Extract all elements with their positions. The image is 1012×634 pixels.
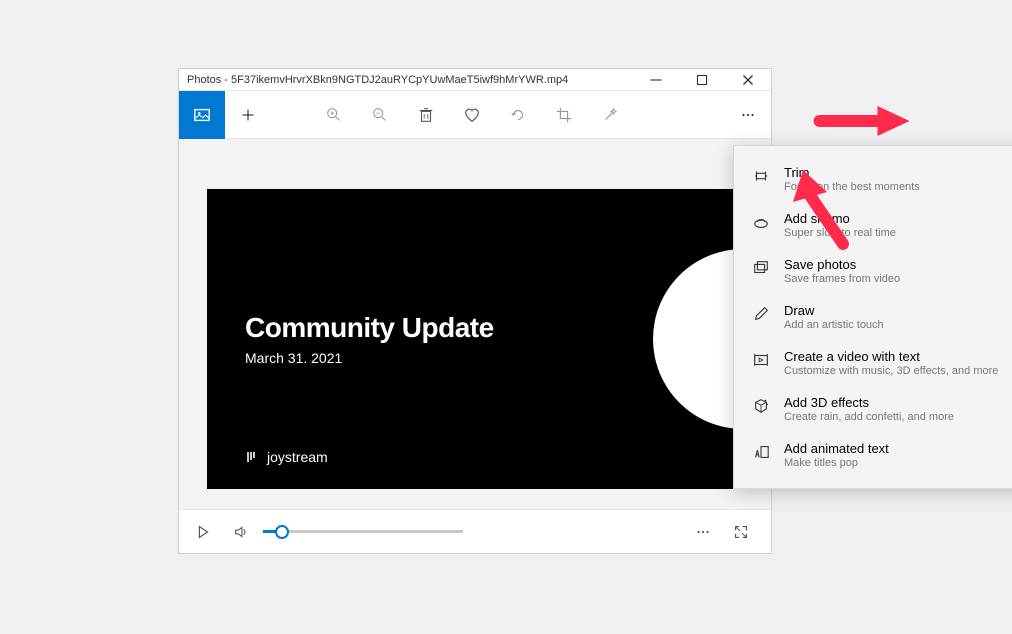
window-controls [633,69,771,90]
more-icon [739,106,757,124]
menu-desc: Save frames from video [784,273,900,285]
menu-desc: Focus on the best moments [784,181,920,193]
menu-label: Add animated text [784,441,889,456]
menu-item-trim[interactable]: Trim Focus on the best moments [734,156,1012,202]
menu-label: Trim [784,165,920,180]
joystream-logo-icon [245,449,261,465]
video-logo: joystream [245,449,328,465]
menu-item-3d-effects[interactable]: Add 3D effects Create rain, add confetti… [734,386,1012,432]
delete-button[interactable] [403,91,449,139]
photos-app-window: Photos - 5F37ikemvHrvrXBkn9NGTDJ2auRYCpY… [178,68,772,554]
more-icon [694,523,712,541]
volume-icon [232,523,250,541]
menu-item-animated-text[interactable]: Add animated text Make titles pop [734,432,1012,478]
plus-icon [239,106,257,124]
progress-slider[interactable] [263,524,463,540]
edit-button[interactable] [587,91,633,139]
app-toolbar [179,91,771,139]
zoom-in-icon [325,106,343,124]
menu-desc: Create rain, add confetti, and more [784,411,954,423]
video-logo-text: joystream [267,449,328,465]
menu-item-video-text[interactable]: Create a video with text Customize with … [734,340,1012,386]
maximize-icon [693,71,711,89]
animated-text-icon [752,443,770,461]
fullscreen-icon [732,523,750,541]
minimize-icon [647,71,665,89]
draw-icon [752,305,770,323]
menu-label: Add 3D effects [784,395,954,410]
rotate-button[interactable] [495,91,541,139]
video-frame[interactable]: Community Update March 31. 2021 joystrea… [207,189,743,489]
add-button[interactable] [225,91,271,139]
close-icon [739,71,757,89]
zoom-out-button[interactable] [357,91,403,139]
window-title: Photos - 5F37ikemvHrvrXBkn9NGTDJ2auRYCpY… [187,74,568,86]
zoom-in-button[interactable] [311,91,357,139]
menu-desc: Add an artistic touch [784,319,884,331]
image-icon [193,106,211,124]
menu-label: Create a video with text [784,349,998,364]
playback-bar [179,509,771,553]
view-photo-button[interactable] [179,91,225,139]
playbar-more-button[interactable] [687,516,719,548]
slider-thumb[interactable] [275,525,289,539]
annotation-arrow-1 [803,104,926,138]
slomo-icon [752,213,770,231]
menu-desc: Super slow to real time [784,227,896,239]
menu-item-draw[interactable]: Draw Add an artistic touch [734,294,1012,340]
trim-icon [752,167,770,185]
save-photos-icon [752,259,770,277]
menu-label: Draw [784,303,884,318]
play-icon [194,523,212,541]
minimize-button[interactable] [633,69,679,90]
volume-button[interactable] [225,516,257,548]
3d-effects-icon [752,397,770,415]
menu-desc: Make titles pop [784,457,889,469]
menu-item-save-photos[interactable]: Save photos Save frames from video [734,248,1012,294]
crop-button[interactable] [541,91,587,139]
trash-icon [417,106,435,124]
heart-icon [463,106,481,124]
video-text-icon [752,351,770,369]
video-decoration-circle [653,249,743,429]
window-titlebar: Photos - 5F37ikemvHrvrXBkn9NGTDJ2auRYCpY… [179,69,771,91]
favorite-button[interactable] [449,91,495,139]
crop-icon [555,106,573,124]
more-dropdown-menu: Trim Focus on the best moments Add slo-m… [733,145,1012,489]
wand-icon [601,106,619,124]
zoom-out-icon [371,106,389,124]
maximize-button[interactable] [679,69,725,90]
menu-label: Save photos [784,257,900,272]
video-viewport: Community Update March 31. 2021 joystrea… [179,139,771,509]
fullscreen-button[interactable] [725,516,757,548]
play-button[interactable] [187,516,219,548]
menu-label: Add slo-mo [784,211,896,226]
menu-item-slomo[interactable]: Add slo-mo Super slow to real time [734,202,1012,248]
menu-desc: Customize with music, 3D effects, and mo… [784,365,998,377]
more-button[interactable] [725,91,771,139]
close-button[interactable] [725,69,771,90]
rotate-icon [509,106,527,124]
